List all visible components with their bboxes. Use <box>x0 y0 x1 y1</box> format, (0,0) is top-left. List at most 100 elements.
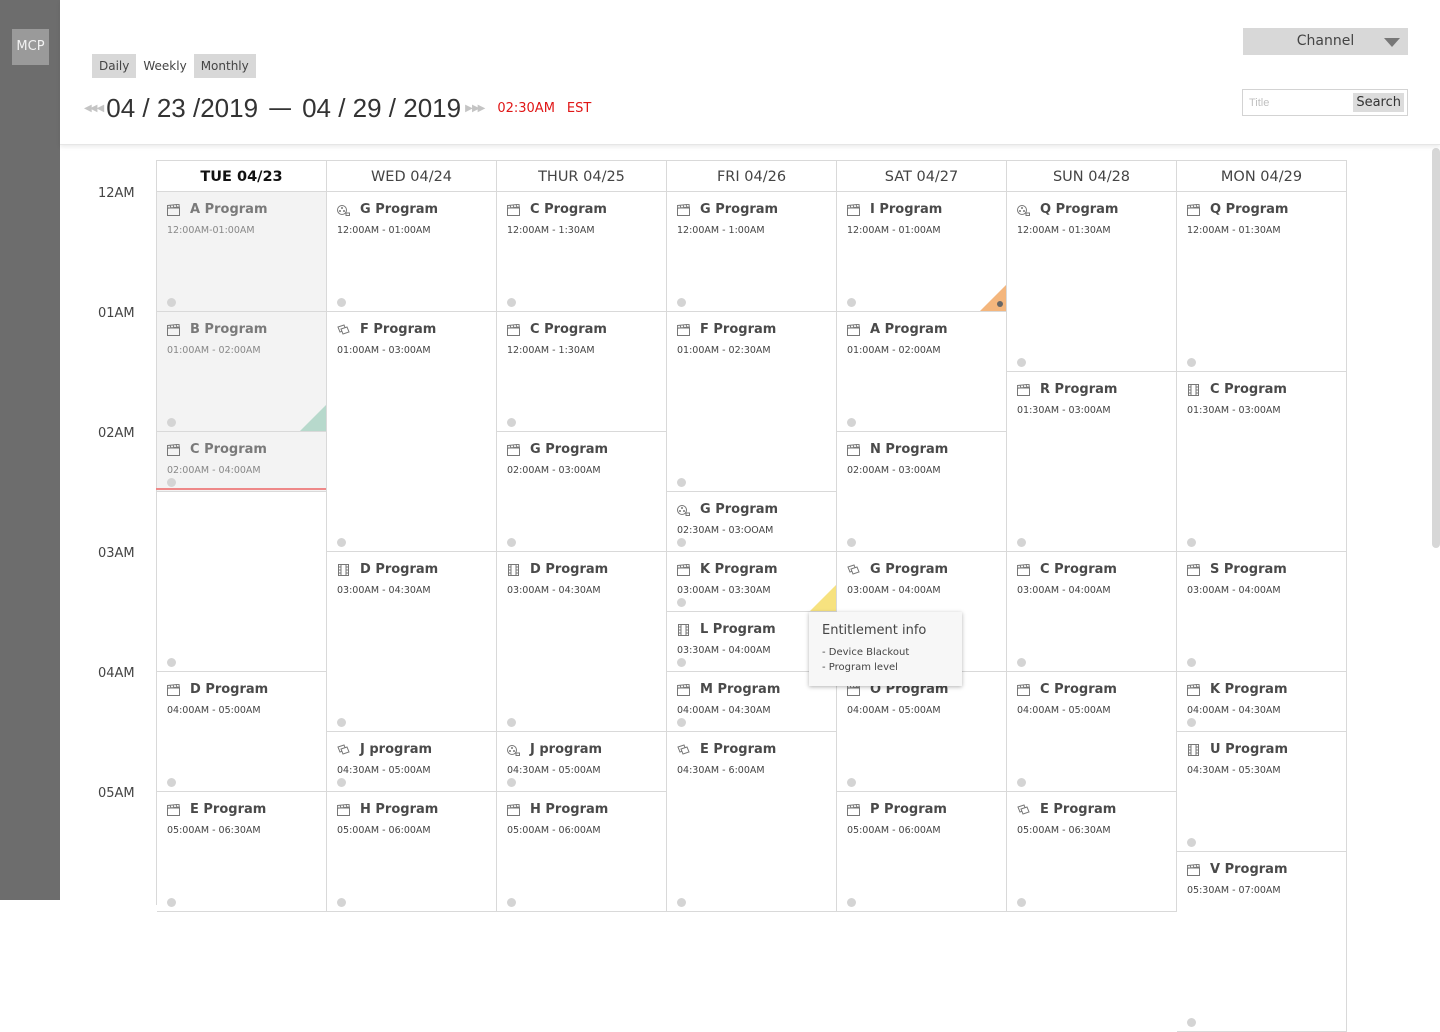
program-cell[interactable]: K Program 03:00AM - 03:30AM <box>667 552 837 612</box>
app-logo[interactable]: MCP <box>12 29 49 65</box>
program-cell[interactable]: A Program 01:00AM - 02:00AM <box>837 312 1007 432</box>
program-cell[interactable]: Q Program 12:00AM - 01:30AM <box>1177 192 1347 372</box>
info-icon[interactable] <box>1187 1018 1196 1027</box>
program-cell[interactable]: F Program 01:00AM - 02:30AM <box>667 312 837 492</box>
info-icon[interactable] <box>337 538 346 547</box>
program-cell[interactable]: G Program 12:00AM - 1:00AM <box>667 192 837 312</box>
program-cell[interactable]: J program 04:30AM - 05:00AM <box>497 732 667 792</box>
day-header[interactable]: THUR 04/25 <box>497 160 667 192</box>
program-cell[interactable]: Q Program 12:00AM - 01:30AM <box>1007 192 1177 372</box>
info-icon[interactable] <box>847 538 856 547</box>
channel-dropdown[interactable]: Channel <box>1243 28 1408 55</box>
program-cell[interactable]: E Program 04:30AM - 6:00AM <box>667 732 837 912</box>
program-cell[interactable]: S Program 03:00AM - 04:00AM <box>1177 552 1347 672</box>
info-icon[interactable] <box>507 718 516 727</box>
tab-weekly[interactable]: Weekly <box>136 54 194 78</box>
info-icon[interactable] <box>1017 778 1026 787</box>
info-icon[interactable] <box>507 538 516 547</box>
entitlement-flag-icon[interactable] <box>980 285 1006 311</box>
program-cell[interactable]: D Program 04:00AM - 05:00AM <box>157 672 327 792</box>
program-cell[interactable]: C Program 04:00AM - 05:00AM <box>1007 672 1177 792</box>
program-title-label: G Program <box>700 502 779 517</box>
info-icon[interactable] <box>337 778 346 787</box>
program-cell[interactable]: A Program 12:00AM-01:00AM <box>157 192 327 312</box>
info-icon[interactable] <box>847 418 856 427</box>
info-icon[interactable] <box>1187 358 1196 367</box>
search-button[interactable]: Search <box>1353 93 1404 112</box>
info-icon[interactable] <box>677 298 686 307</box>
program-cell[interactable]: N Program 02:00AM - 03:00AM <box>837 432 1007 552</box>
program-cell[interactable]: C Program 01:30AM - 03:00AM <box>1177 372 1347 552</box>
info-icon[interactable] <box>337 718 346 727</box>
program-cell[interactable]: P Program 05:00AM - 06:00AM <box>837 792 1007 912</box>
program-cell[interactable]: G Program 02:00AM - 03:00AM <box>497 432 667 552</box>
program-cell[interactable]: C Program 03:00AM - 04:00AM <box>1007 552 1177 672</box>
day-header[interactable]: TUE 04/23 <box>157 160 327 192</box>
day-header[interactable]: FRI 04/26 <box>667 160 837 192</box>
tab-monthly[interactable]: Monthly <box>193 54 256 78</box>
info-icon[interactable] <box>1017 898 1026 907</box>
info-icon[interactable] <box>167 298 176 307</box>
day-header[interactable]: SUN 04/28 <box>1007 160 1177 192</box>
program-cell[interactable]: C Program 12:00AM - 1:30AM <box>497 312 667 432</box>
program-cell[interactable]: D Program 03:00AM - 04:30AM <box>497 552 667 732</box>
info-icon[interactable] <box>847 298 856 307</box>
info-icon[interactable] <box>1017 538 1026 547</box>
info-icon[interactable] <box>847 898 856 907</box>
program-cell[interactable]: K Program 04:00AM - 04:30AM <box>1177 672 1347 732</box>
program-cell[interactable]: H Program 05:00AM - 06:00AM <box>497 792 667 912</box>
program-cell[interactable]: J program 04:30AM - 05:00AM <box>327 732 497 792</box>
prev-arrows-icon[interactable]: ◀◀ ◀ <box>84 103 104 114</box>
info-icon[interactable] <box>677 718 686 727</box>
info-icon[interactable] <box>167 778 176 787</box>
program-cell[interactable]: C Program 02:00AM - 04:00AM <box>157 432 327 492</box>
info-icon[interactable] <box>677 658 686 667</box>
program-cell[interactable] <box>157 492 327 672</box>
info-icon[interactable] <box>1017 658 1026 667</box>
info-icon[interactable] <box>507 898 516 907</box>
program-cell[interactable]: C Program 12:00AM - 1:30AM <box>497 192 667 312</box>
info-icon[interactable] <box>507 778 516 787</box>
program-cell[interactable]: H Program 05:00AM - 06:00AM <box>327 792 497 912</box>
program-cell[interactable]: G Program 02:30AM - 03:OOAM <box>667 492 837 552</box>
info-icon[interactable] <box>337 898 346 907</box>
info-icon[interactable] <box>1187 838 1196 847</box>
info-icon[interactable] <box>337 298 346 307</box>
search-input[interactable] <box>1249 94 1349 112</box>
info-icon[interactable] <box>677 598 686 607</box>
info-icon[interactable] <box>847 778 856 787</box>
program-cell[interactable]: R Program 01:30AM - 03:00AM <box>1007 372 1177 552</box>
program-cell[interactable]: E Program 05:00AM - 06:30AM <box>1007 792 1177 912</box>
program-cell[interactable]: O Program 04:00AM - 05:00AM <box>837 672 1007 792</box>
tab-daily[interactable]: Daily <box>92 54 137 78</box>
program-cell[interactable]: G Program 12:00AM - 01:00AM <box>327 192 497 312</box>
info-icon[interactable] <box>507 418 516 427</box>
info-icon[interactable] <box>1187 718 1196 727</box>
info-icon[interactable] <box>167 898 176 907</box>
info-icon[interactable] <box>167 658 176 667</box>
info-icon[interactable] <box>167 418 176 427</box>
info-icon[interactable] <box>507 298 516 307</box>
entitlement-flag-icon[interactable] <box>300 405 326 431</box>
day-header[interactable]: SAT 04/27 <box>837 160 1007 192</box>
day-header[interactable]: MON 04/29 <box>1177 160 1347 192</box>
info-icon[interactable] <box>167 478 176 487</box>
program-cell[interactable]: F Program 01:00AM - 03:00AM <box>327 312 497 552</box>
program-cell[interactable]: B Program 01:00AM - 02:00AM <box>157 312 327 432</box>
info-icon[interactable] <box>677 538 686 547</box>
next-arrows-icon[interactable]: ▶ ▶▶ <box>465 103 485 114</box>
program-cell[interactable]: D Program 03:00AM - 04:30AM <box>327 552 497 732</box>
day-header[interactable]: WED 04/24 <box>327 160 497 192</box>
program-cell[interactable]: E Program 05:00AM - 06:30AM <box>157 792 327 912</box>
program-cell[interactable]: I Program 12:00AM - 01:00AM <box>837 192 1007 312</box>
scrollbar[interactable] <box>1430 146 1440 900</box>
info-icon[interactable] <box>677 898 686 907</box>
info-icon[interactable] <box>677 478 686 487</box>
program-cell[interactable]: U Program 04:30AM - 05:30AM <box>1177 732 1347 852</box>
program-cell[interactable]: V Program 05:30AM - 07:00AM <box>1177 852 1347 1032</box>
info-icon[interactable] <box>1187 538 1196 547</box>
scrollbar-thumb[interactable] <box>1432 148 1440 548</box>
info-icon[interactable] <box>1187 658 1196 667</box>
entitlement-flag-icon[interactable] <box>810 585 836 611</box>
info-icon[interactable] <box>1017 358 1026 367</box>
